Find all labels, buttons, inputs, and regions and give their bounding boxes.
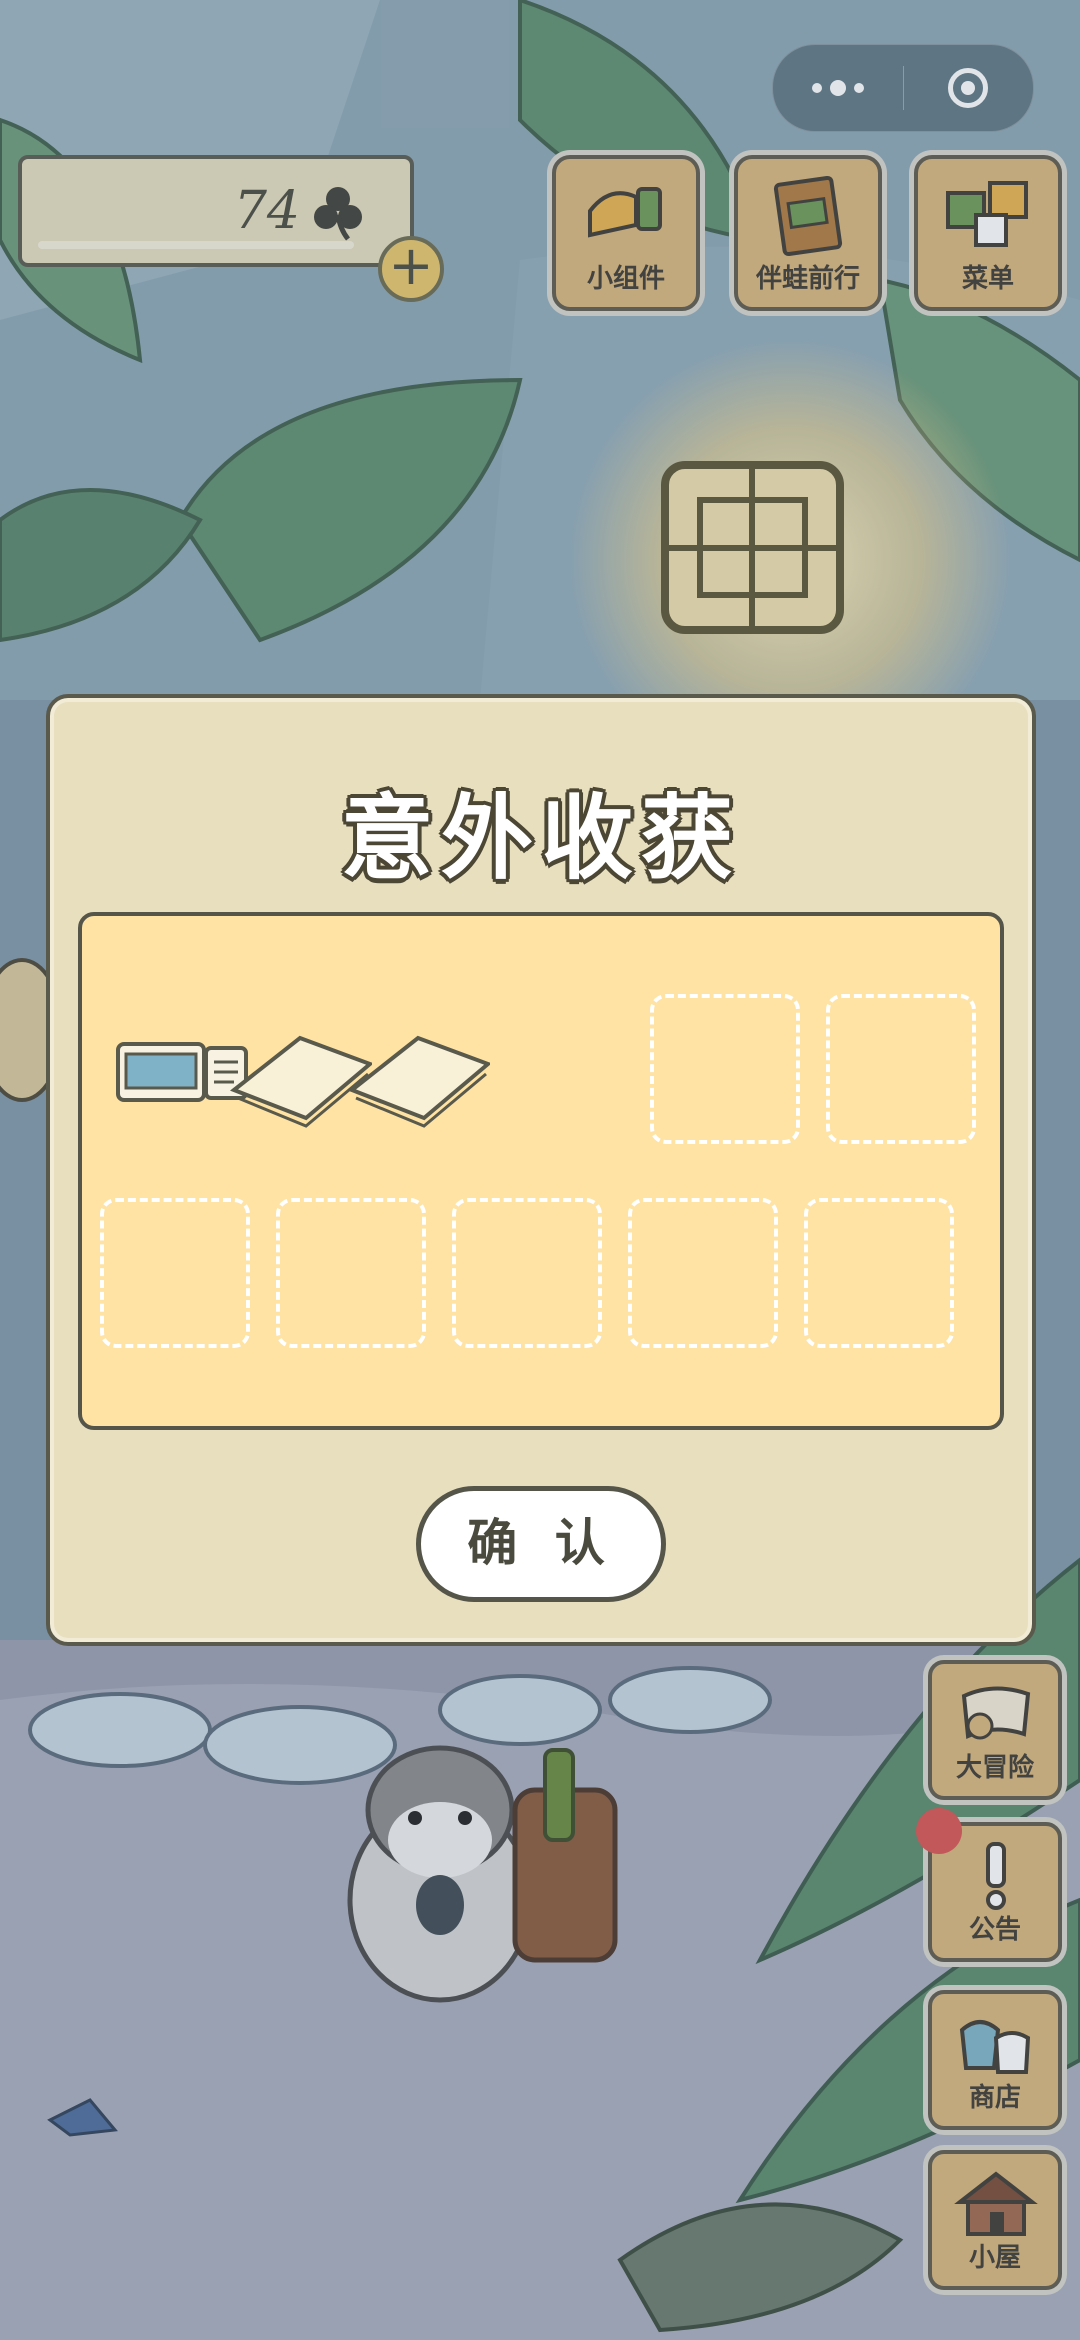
- reward-dialog: 意外收获 确 认: [46, 694, 1036, 1646]
- reward-grid: [78, 912, 1004, 1430]
- reward-slot-10: [804, 1198, 954, 1348]
- reward-slot-7: [276, 1198, 426, 1348]
- dialog-title: 意外收获: [340, 785, 741, 892]
- reward-slot-8: [452, 1198, 602, 1348]
- confirm-button[interactable]: 确 认: [416, 1486, 666, 1602]
- reward-slot-9: [628, 1198, 778, 1348]
- reward-slot-5: [826, 994, 976, 1144]
- reward-slot-6: [100, 1198, 250, 1348]
- paper-sheet-icon: [348, 1035, 492, 1128]
- reward-slot-4: [650, 994, 800, 1144]
- reward-slot-3[interactable]: [340, 994, 492, 1144]
